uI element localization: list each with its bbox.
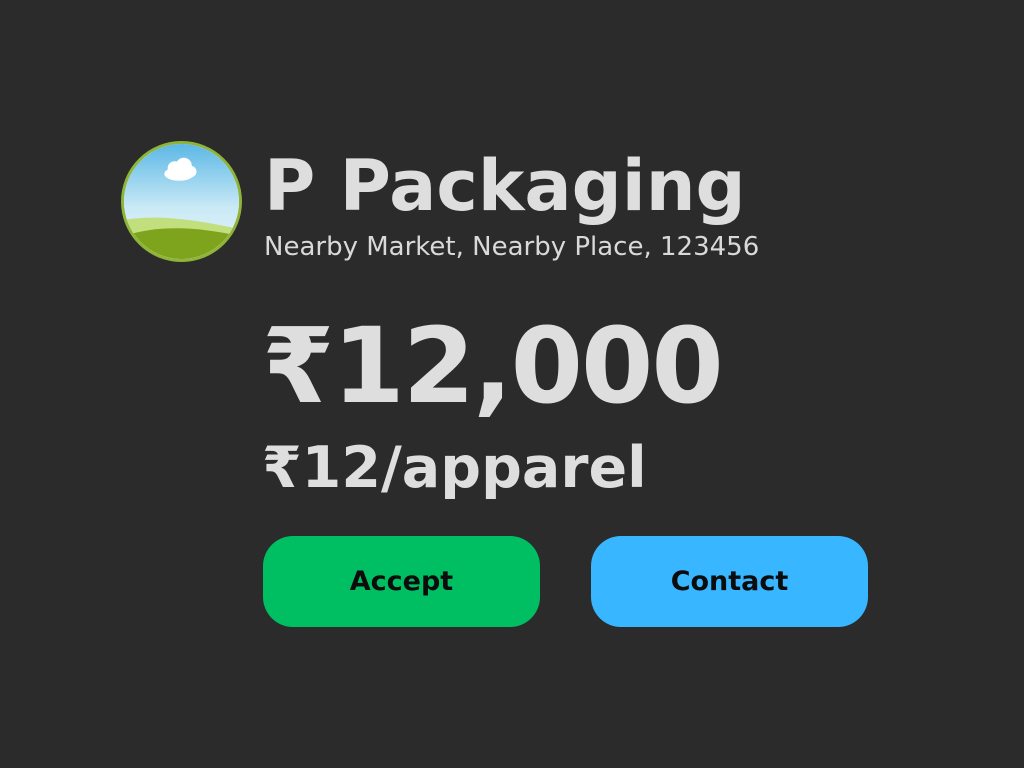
accept-button[interactable]: Accept — [263, 536, 540, 627]
business-name: P Packaging — [264, 145, 746, 227]
landscape-image-icon — [124, 144, 239, 259]
contact-button[interactable]: Contact — [591, 536, 868, 627]
avatar — [121, 141, 242, 262]
unit-price: ₹12/apparel — [262, 435, 647, 501]
business-address: Nearby Market, Nearby Place, 123456 — [264, 232, 760, 262]
total-price: ₹12,000 — [262, 305, 724, 427]
